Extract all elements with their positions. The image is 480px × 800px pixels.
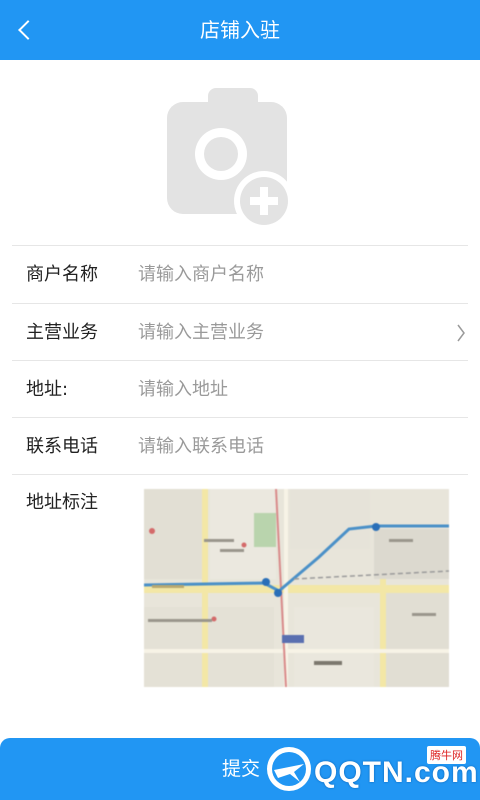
photo-upload-area bbox=[0, 60, 480, 245]
add-photo-button[interactable] bbox=[164, 88, 300, 231]
map-image bbox=[144, 489, 449, 687]
watermark-logo: QQTN.com 腾牛网 bbox=[264, 740, 478, 798]
page-title: 店铺入驻 bbox=[200, 18, 280, 42]
watermark-tag: 腾牛网 bbox=[427, 746, 466, 764]
top-bar: 店铺入驻 bbox=[0, 0, 480, 60]
merchant-name-input[interactable] bbox=[138, 256, 448, 293]
address-input[interactable] bbox=[138, 371, 448, 408]
main-business-input[interactable] bbox=[138, 314, 448, 351]
divider bbox=[12, 474, 468, 475]
camera-add-icon bbox=[167, 88, 294, 231]
submit-button[interactable]: 提交 QQTN.com 腾牛网 bbox=[0, 738, 480, 800]
form-row-address: 地址: bbox=[0, 361, 480, 418]
map-preview[interactable] bbox=[144, 489, 449, 687]
form-row-main-business[interactable]: 主营业务 bbox=[0, 304, 480, 361]
form-row-merchant-name: 商户名称 bbox=[0, 246, 480, 303]
submit-label: 提交 bbox=[222, 758, 261, 780]
chevron-right-icon bbox=[457, 324, 465, 342]
plane-logo-icon bbox=[267, 747, 311, 791]
form-row-phone: 联系电话 bbox=[0, 418, 480, 475]
merchant-name-label: 商户名称 bbox=[26, 264, 98, 285]
phone-input[interactable] bbox=[138, 428, 448, 465]
phone-label: 联系电话 bbox=[26, 436, 98, 457]
main-business-label: 主营业务 bbox=[26, 322, 98, 343]
address-label: 地址: bbox=[26, 379, 69, 400]
map-marker-label: 地址标注 bbox=[26, 492, 98, 513]
